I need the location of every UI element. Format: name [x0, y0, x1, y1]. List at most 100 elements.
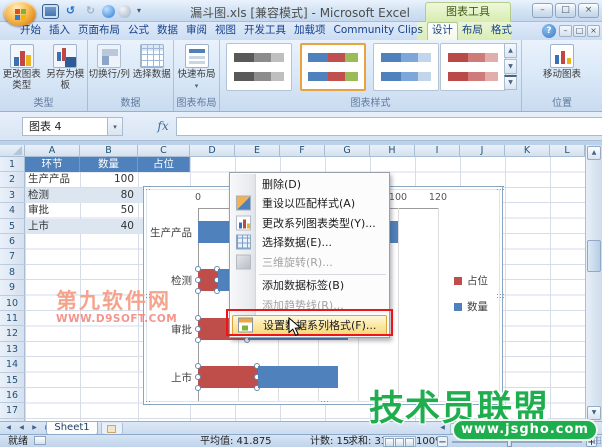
column-header-F[interactable]: F	[280, 145, 325, 157]
chart-frame-handle[interactable]	[142, 400, 151, 406]
bar-占位-上市[interactable]	[195, 362, 260, 391]
row-header-10[interactable]: 10	[0, 295, 25, 311]
chart-frame-handle[interactable]	[496, 185, 505, 191]
help-icon[interactable]: ?	[542, 24, 556, 38]
formula-input[interactable]	[176, 117, 602, 136]
chart-legend[interactable]: 占位 数量	[454, 273, 488, 325]
menu-item-删除(D)[interactable]: 删除(D)	[231, 174, 388, 194]
column-header-D[interactable]: D	[190, 145, 235, 157]
select-all-corner[interactable]	[0, 145, 25, 157]
tab-插入[interactable]: 插入	[45, 22, 74, 40]
vertical-scrollbar[interactable]: ▲ ▼	[585, 145, 602, 421]
tab-审阅[interactable]: 审阅	[182, 22, 211, 40]
first-sheet-icon[interactable]: ◀	[3, 423, 14, 434]
cell-stage-审批[interactable]: 审批	[25, 203, 80, 218]
page-layout-view-icon[interactable]	[395, 437, 404, 447]
button-移动图表[interactable]: 移动图表	[534, 44, 590, 81]
row-header-9[interactable]: 9	[0, 280, 25, 296]
menu-item-重设以匹配样式(A)[interactable]: 重设以匹配样式(A)	[231, 194, 388, 214]
chart-style-thumb-1[interactable]	[226, 43, 292, 91]
column-header-C[interactable]: C	[138, 145, 190, 157]
row-header-3[interactable]: 3	[0, 187, 25, 204]
prev-sheet-icon[interactable]: ◀	[16, 423, 27, 434]
row-header-16[interactable]: 16	[0, 388, 25, 404]
tab-格式[interactable]: 格式	[487, 22, 516, 40]
bar-占位-检测[interactable]	[195, 266, 220, 295]
undo-icon[interactable]: ↺	[62, 4, 79, 19]
column-header-K[interactable]: K	[505, 145, 550, 157]
workbook-close-button[interactable]: ×	[587, 25, 600, 37]
menu-item-更改系列图表类型(Y)...[interactable]: 更改系列图表类型(Y)...	[231, 213, 388, 233]
close-button[interactable]: ×	[578, 3, 599, 18]
chart-frame-handle[interactable]	[142, 185, 151, 191]
row-header-4[interactable]: 4	[0, 203, 25, 219]
row-header-14[interactable]: 14	[0, 357, 25, 373]
chart-style-thumb-2[interactable]	[300, 43, 366, 91]
row-header-5[interactable]: 5	[0, 218, 25, 234]
round-blue-icon[interactable]	[102, 4, 115, 18]
chart-style-thumb-3[interactable]	[373, 43, 439, 91]
vertical-scroll-thumb[interactable]	[587, 240, 601, 272]
page-break-view-icon[interactable]	[405, 437, 414, 447]
macro-record-icon[interactable]	[34, 436, 46, 445]
row-header-13[interactable]: 13	[0, 341, 25, 358]
cell-stage-上市[interactable]: 上市	[25, 219, 80, 234]
row-header-1[interactable]: 1	[0, 157, 25, 173]
column-header-I[interactable]: I	[415, 145, 460, 157]
button-快速布局[interactable]: 快速布局 ▾	[175, 44, 219, 90]
bar-数量-上市[interactable]	[258, 365, 338, 388]
scroll-up-icon[interactable]: ▲	[587, 146, 601, 160]
qat-dropdown-icon[interactable]: ▾	[134, 4, 144, 19]
chart-frame-handle[interactable]	[496, 293, 505, 299]
cell-stage-生产产品[interactable]: 生产产品	[25, 172, 80, 187]
workbook-restore-button[interactable]: □	[573, 25, 586, 37]
cell-qty-80[interactable]: 80	[80, 188, 138, 203]
row-header-6[interactable]: 6	[0, 234, 25, 250]
header-cell-环节[interactable]: 环节	[25, 157, 80, 173]
cell-qty-100[interactable]: 100	[80, 172, 138, 187]
tab-Community Clips[interactable]: Community Clips	[330, 22, 427, 40]
tab-视图[interactable]: 视图	[211, 22, 240, 40]
column-header-J[interactable]: J	[460, 145, 505, 157]
column-header-G[interactable]: G	[325, 145, 370, 157]
header-cell-数量[interactable]: 数量	[80, 157, 138, 173]
normal-view-icon[interactable]	[385, 437, 394, 447]
row-header-7[interactable]: 7	[0, 249, 25, 265]
name-box-dropdown-icon[interactable]: ▾	[108, 117, 123, 136]
header-cell-占位[interactable]: 占位	[138, 157, 190, 173]
round-gray-icon[interactable]	[118, 4, 131, 18]
chart-frame-handle[interactable]	[320, 400, 329, 406]
zoom-slider[interactable]	[452, 436, 582, 447]
next-sheet-icon[interactable]: ▶	[29, 423, 40, 434]
row-header-17[interactable]: 17	[0, 403, 25, 419]
legend-item-占位[interactable]: 占位	[454, 273, 488, 288]
button-另存为模板[interactable]: 另存为模板	[44, 44, 88, 91]
column-header-A[interactable]: A	[25, 145, 80, 157]
row-header-8[interactable]: 8	[0, 264, 25, 281]
button-更改图表类型[interactable]: 更改图表类型	[0, 44, 44, 91]
row-header-2[interactable]: 2	[0, 172, 25, 188]
office-button[interactable]	[4, 1, 36, 26]
cell-qty-40[interactable]: 40	[80, 219, 138, 234]
save-icon[interactable]	[42, 3, 59, 19]
button-选择数据[interactable]: 选择数据	[131, 44, 174, 81]
column-header-L[interactable]: L	[550, 145, 585, 157]
chart-style-thumb-4[interactable]	[440, 43, 506, 91]
menu-item-添加数据标签(B)[interactable]: 添加数据标签(B)	[231, 276, 388, 296]
tab-公式[interactable]: 公式	[124, 22, 153, 40]
menu-item-选择数据(E)...[interactable]: 选择数据(E)...	[231, 233, 388, 253]
cell-stage-检测[interactable]: 检测	[25, 188, 80, 203]
tab-数据[interactable]: 数据	[153, 22, 182, 40]
column-header-H[interactable]: H	[370, 145, 415, 157]
restore-button[interactable]: □	[555, 3, 576, 18]
legend-item-数量[interactable]: 数量	[454, 299, 488, 314]
minimize-button[interactable]: –	[532, 3, 553, 18]
gallery-scroll-up-icon[interactable]: ▲	[504, 43, 517, 58]
row-header-12[interactable]: 12	[0, 326, 25, 342]
workbook-minimize-button[interactable]: –	[559, 25, 572, 37]
row-header-11[interactable]: 11	[0, 311, 25, 327]
button-切换行/列[interactable]: 切换行/列	[88, 44, 131, 81]
scroll-down-icon[interactable]: ▼	[587, 406, 601, 420]
tab-页面布局[interactable]: 页面布局	[74, 22, 124, 40]
name-box[interactable]: 图表 4	[22, 117, 108, 136]
